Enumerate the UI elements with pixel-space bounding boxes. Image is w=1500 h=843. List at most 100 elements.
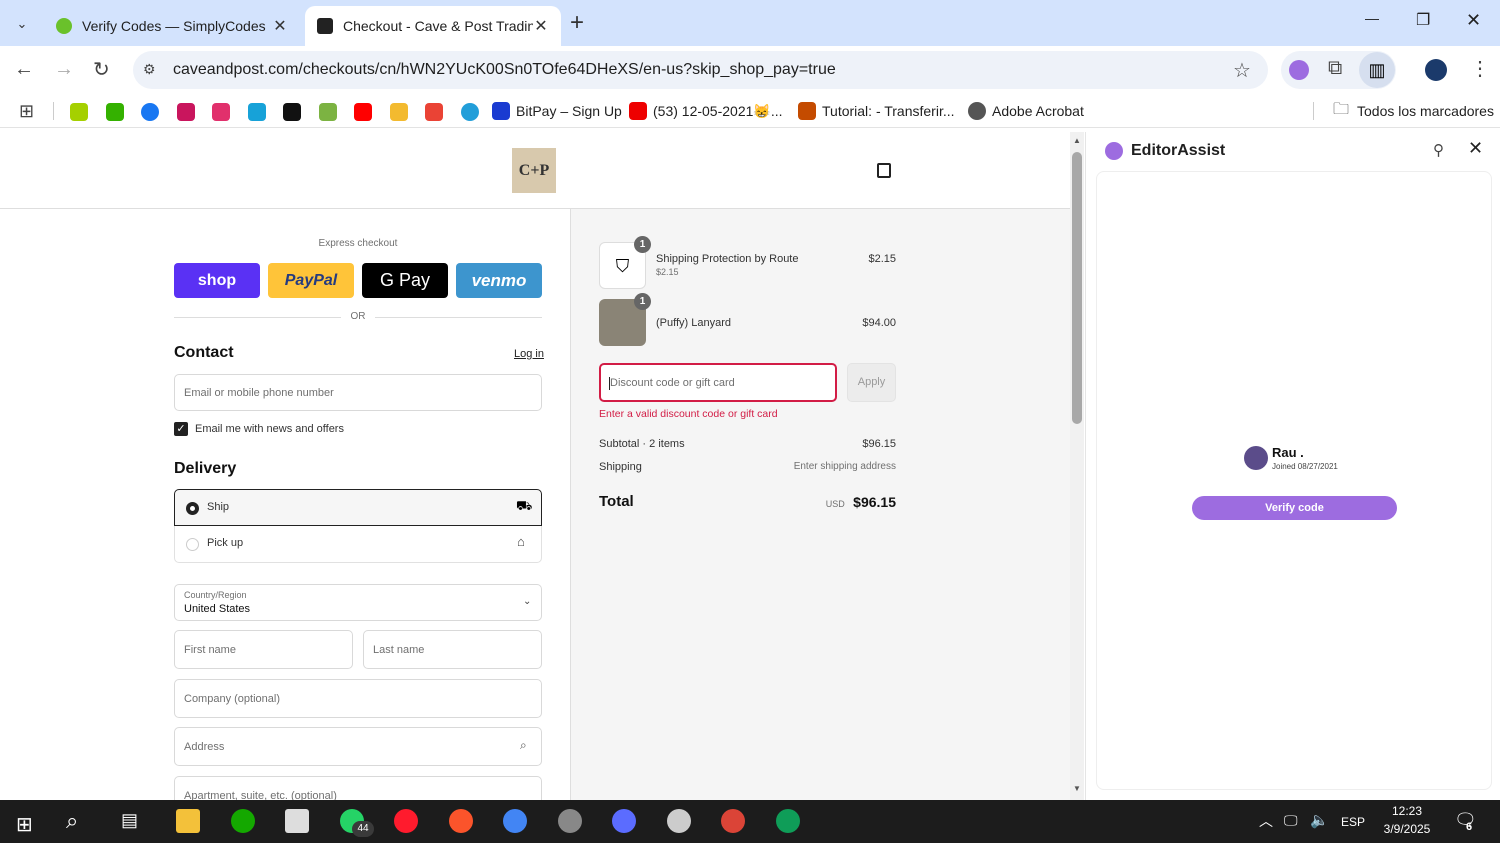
- bookmark-icon-1[interactable]: [70, 103, 88, 121]
- bookmark-bitpay[interactable]: BitPay – Sign Up: [492, 101, 622, 121]
- facebook-icon[interactable]: [141, 103, 159, 121]
- email-field[interactable]: Email or mobile phone number: [174, 374, 542, 411]
- bookmark-icon-6[interactable]: [247, 103, 266, 121]
- file-explorer-icon[interactable]: [176, 809, 200, 833]
- bookmark-star-icon[interactable]: ☆: [1233, 58, 1251, 83]
- address-bar[interactable]: ⚙ caveandpost.com/checkouts/cn/hWN2YUcK0…: [133, 51, 1268, 89]
- close-tab-icon[interactable]: ✕: [272, 16, 288, 36]
- verify-code-button[interactable]: Verify code: [1192, 496, 1397, 520]
- discount-placeholder: Discount code or gift card: [610, 377, 735, 389]
- extensions-puzzle-icon[interactable]: ⧉: [1328, 57, 1342, 80]
- country-select[interactable]: Country/Region United States ⌄: [174, 584, 542, 621]
- instagram-icon[interactable]: [212, 103, 230, 121]
- mail-icon[interactable]: [285, 809, 309, 833]
- url-text: caveandpost.com/checkouts/cn/hWN2YUcK00S…: [173, 61, 836, 78]
- pickup-option[interactable]: Pick up ⌂: [174, 526, 542, 563]
- app-icon[interactable]: [612, 809, 636, 833]
- newsletter-checkbox[interactable]: ✓: [174, 422, 188, 436]
- ship-radio[interactable]: [186, 502, 199, 515]
- chrome-icon[interactable]: [503, 809, 527, 833]
- line-item: ⛉ 1 Shipping Protection by Route $2.15 $…: [599, 236, 896, 290]
- telegram-icon[interactable]: [460, 103, 479, 121]
- login-link[interactable]: Log in: [514, 348, 544, 360]
- tab-search-button[interactable]: ⌄: [10, 12, 34, 36]
- windows-start-icon[interactable]: ⊞: [16, 812, 33, 837]
- close-window-button[interactable]: ✕: [1466, 10, 1481, 31]
- paypal-button[interactable]: PayPal: [268, 263, 354, 298]
- scroll-up-arrow[interactable]: ▲: [1073, 136, 1081, 145]
- search-icon[interactable]: ⌕: [66, 808, 78, 834]
- bookmark-label: Tutorial: - Transferir...: [822, 103, 955, 119]
- forward-icon[interactable]: →: [54, 58, 74, 81]
- company-field[interactable]: Company (optional): [174, 679, 542, 718]
- chrome-profile-icon[interactable]: [775, 809, 800, 833]
- upwork-icon[interactable]: [230, 809, 255, 833]
- divider: [174, 317, 341, 318]
- page-scrollbar[interactable]: ▲ ▼: [1070, 132, 1084, 800]
- chart-app-icon[interactable]: [666, 809, 691, 833]
- apps-grid-icon[interactable]: ⊞: [19, 101, 34, 122]
- scroll-thumb[interactable]: [1072, 152, 1082, 424]
- brave-icon[interactable]: [448, 809, 473, 833]
- maximize-button[interactable]: ❐: [1416, 10, 1430, 30]
- new-tab-button[interactable]: +: [570, 9, 584, 37]
- reload-icon[interactable]: ↻: [93, 57, 110, 82]
- cart-bag-icon[interactable]: [877, 163, 891, 178]
- chevron-up-icon[interactable]: ︿: [1259, 811, 1273, 831]
- all-bookmarks-folder[interactable]: 🗀 Todos los marcadores: [1333, 101, 1494, 121]
- close-tab-icon[interactable]: ✕: [533, 16, 549, 36]
- close-panel-icon[interactable]: ✕: [1468, 138, 1483, 159]
- ship-option[interactable]: Ship ⛟: [174, 489, 542, 526]
- unpin-icon[interactable]: ⚲: [1433, 141, 1444, 159]
- address-field[interactable]: Address ⌕: [174, 727, 542, 766]
- newsletter-label: Email me with news and offers: [195, 423, 344, 435]
- google-pay-button[interactable]: G Pay: [362, 263, 448, 298]
- side-panel-icon[interactable]: ▥: [1359, 52, 1395, 88]
- minimize-button[interactable]: —: [1365, 10, 1379, 26]
- bookmark-youtube[interactable]: (53) 12-05-2021😸...: [629, 101, 783, 121]
- pickup-radio[interactable]: [186, 538, 199, 551]
- network-icon[interactable]: 🖵: [1284, 812, 1298, 829]
- volume-icon[interactable]: 🔈: [1310, 811, 1329, 829]
- opera-icon[interactable]: [394, 809, 418, 833]
- store-logo[interactable]: C+P: [512, 148, 556, 193]
- app-icon[interactable]: [557, 809, 582, 833]
- clock-time[interactable]: 12:23: [1380, 804, 1434, 818]
- bookmark-icon-8[interactable]: [318, 103, 337, 121]
- caveandpost-icon: [317, 18, 333, 34]
- shop-pay-button[interactable]: shop: [174, 263, 260, 298]
- email-placeholder: Email or mobile phone number: [184, 386, 334, 399]
- verify-code-label: Verify code: [1265, 502, 1324, 514]
- bookmark-adobe[interactable]: Adobe Acrobat: [968, 101, 1084, 121]
- scroll-down-arrow[interactable]: ▼: [1073, 784, 1081, 793]
- site-info-icon[interactable]: ⚙: [143, 61, 156, 78]
- menu-kebab-icon[interactable]: ⋮: [1470, 56, 1490, 81]
- bookmark-icon-2[interactable]: [105, 103, 124, 121]
- back-icon[interactable]: ←: [14, 58, 34, 81]
- binance-icon[interactable]: [389, 103, 408, 121]
- bookmark-icon-7[interactable]: [283, 103, 301, 121]
- language-indicator[interactable]: ESP: [1341, 815, 1365, 829]
- discount-field[interactable]: Discount code or gift card: [599, 363, 837, 402]
- bookmark-icon-4[interactable]: [176, 103, 195, 121]
- first-name-field[interactable]: First name: [174, 630, 353, 669]
- clock-date[interactable]: 3/9/2025: [1376, 822, 1438, 836]
- quantity-badge: 1: [634, 236, 651, 253]
- subtotal-label: Subtotal · 2 items: [599, 438, 685, 450]
- chrome-profile-icon[interactable]: [721, 809, 745, 833]
- profile-avatar[interactable]: [1425, 59, 1447, 81]
- tab-simplycodes[interactable]: Verify Codes — SimplyCodes ✕: [44, 6, 300, 46]
- apply-button[interactable]: Apply: [847, 363, 896, 402]
- youtube-icon[interactable]: [354, 103, 372, 121]
- tab-checkout[interactable]: Checkout - Cave & Post Trading ✕: [305, 6, 561, 46]
- gmail-icon[interactable]: [425, 103, 443, 121]
- task-view-icon[interactable]: ▤: [121, 810, 138, 831]
- item-price: $94.00: [862, 317, 896, 329]
- bookmark-tutorial[interactable]: Tutorial: - Transferir...: [798, 101, 955, 121]
- last-name-field[interactable]: Last name: [363, 630, 542, 669]
- venmo-button[interactable]: venmo: [456, 263, 542, 298]
- currency-code: USD: [825, 499, 845, 509]
- apartment-field[interactable]: Apartment, suite, etc. (optional): [174, 776, 542, 800]
- editorassist-extension-icon[interactable]: [1289, 60, 1309, 80]
- ship-label: Ship: [207, 501, 230, 513]
